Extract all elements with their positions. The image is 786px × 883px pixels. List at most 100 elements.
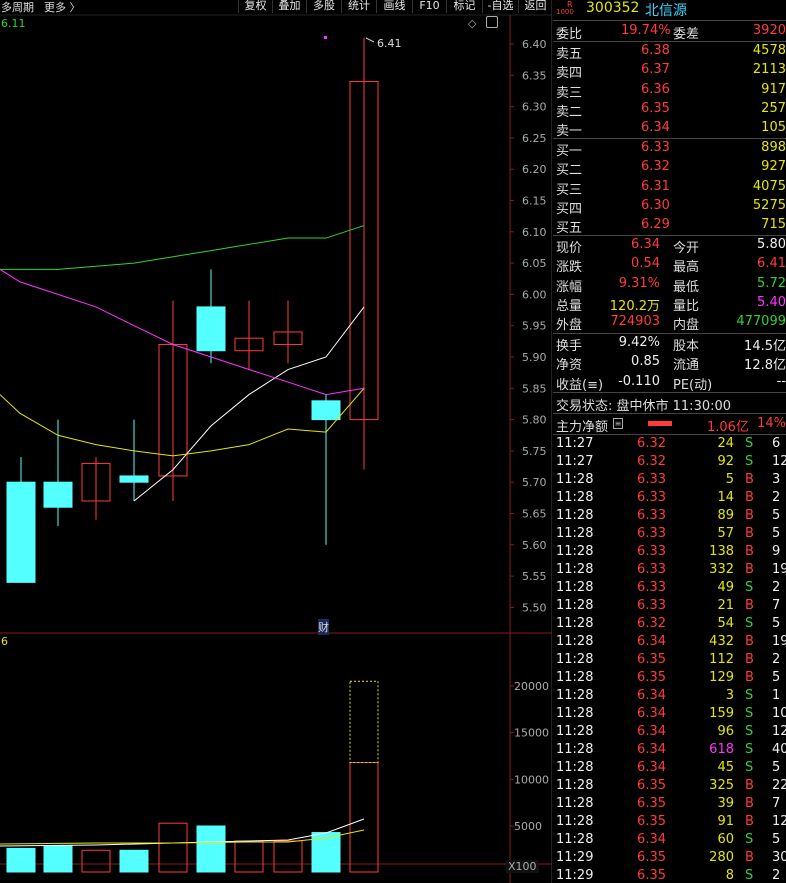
ask-row[interactable]: 卖五 6.38 4578 (553, 42, 786, 62)
level-label: 买五 (556, 221, 583, 237)
price-tick-label: 6.25 (522, 132, 547, 145)
volume-axis: 20000 15000 10000 5000 (510, 680, 549, 833)
tick-price: 6.34 (637, 723, 666, 739)
tick-price: 6.34 (637, 759, 666, 775)
ask-row[interactable]: 卖一 6.34 105 (553, 119, 786, 140)
ask-row[interactable]: 卖三 6.36 917 (553, 81, 786, 101)
level-price: 6.37 (641, 62, 670, 78)
level-label: 卖一 (556, 124, 583, 140)
info-label: 股本 (673, 339, 700, 354)
tick-time: 11:27 (556, 436, 594, 451)
tick-side: S (745, 723, 754, 739)
quote-value: 9.31% (618, 275, 660, 291)
tick-time: 11:29 (556, 849, 594, 865)
level-price: 6.35 (641, 100, 670, 116)
level-volume: 5275 (752, 197, 786, 213)
tick-volume: 112 (709, 651, 734, 667)
bid-row[interactable]: 买三 6.31 4075 (553, 178, 786, 198)
level-volume: 898 (761, 140, 786, 155)
tick-volume: 280 (709, 849, 734, 865)
main-flow-row[interactable]: 主力净额 ≡ 1.06亿 14% (553, 415, 786, 435)
price-tick-label: 5.55 (522, 570, 547, 583)
tick-volume: 432 (709, 633, 734, 649)
tick-count: 2 (772, 489, 781, 505)
quote-value: 5.72 (757, 275, 786, 291)
stock-name: 北信源 (645, 3, 687, 19)
bid-row[interactable]: 买四 6.30 5275 (553, 197, 786, 217)
quote-value: 5.80 (757, 237, 786, 252)
tick-count: 5 (772, 525, 781, 541)
weicha-label: 委差 (673, 27, 700, 42)
volume-bar (349, 761, 379, 873)
tick-volume: 14 (717, 489, 734, 505)
panel-toggle-icon[interactable] (486, 16, 498, 28)
ask-row[interactable]: 卖二 6.35 257 (553, 100, 786, 120)
tick-side: B (745, 813, 754, 829)
candle-body (119, 475, 149, 483)
tick-side: B (745, 777, 754, 793)
quote-value: 6.41 (757, 256, 786, 272)
level-label: 卖四 (556, 66, 583, 82)
info-value: -0.110 (618, 373, 660, 389)
ask-row[interactable]: 卖四 6.37 2113 (553, 61, 786, 82)
tick-price: 6.35 (637, 813, 666, 829)
level-price: 6.31 (641, 178, 670, 194)
quote-row: 涨幅 9.31% 最低 5.72 (553, 275, 786, 295)
ma20-line (0, 268, 365, 396)
level-label: 卖三 (556, 85, 583, 101)
tick-count: 22 (772, 777, 786, 793)
quote-row: 现价 6.34 今开 5.80 (553, 236, 786, 256)
tick-volume: 129 (709, 669, 734, 685)
tick-count: 12 (772, 723, 786, 739)
vol-tick-label: 20000 (514, 680, 549, 693)
tick-volume: 91 (717, 813, 734, 829)
tick-volume: 54 (717, 615, 734, 631)
vol-unit: X100 (506, 860, 539, 873)
kline-chart[interactable]: 6.40 6.35 6.30 6.25 6.20 6.15 6.10 6.05 6.00 5.95… (0, 0, 552, 883)
tick-count: 2 (772, 651, 781, 667)
diamond-icon[interactable]: ◇ (468, 17, 476, 30)
quote-label: 涨跌 (556, 260, 583, 276)
tick-volume: 159 (709, 705, 734, 721)
finance-marker[interactable]: 财 (318, 619, 329, 635)
weibi-row: 委比 19.74% 委差 3920 (553, 22, 786, 42)
volume-bar (119, 849, 149, 873)
tick-row: 11:28 6.35 39 B 7 (553, 796, 786, 814)
level-price: 6.32 (641, 159, 670, 175)
tick-price: 6.34 (637, 831, 666, 847)
tick-count: 7 (772, 795, 781, 811)
tick-count: 40 (772, 741, 786, 757)
tick-time: 11:28 (556, 669, 594, 685)
tick-price: 6.33 (637, 561, 666, 577)
price-tick-label: 5.70 (522, 476, 547, 489)
tick-time: 11:28 (556, 777, 594, 793)
trade-status: 交易状态: 盘中休市 11:30:00 (556, 399, 732, 414)
tick-price: 6.33 (637, 471, 666, 487)
quote-row: 外盘 724903 内盘 477099 (553, 313, 786, 333)
bid-row[interactable]: 买二 6.32 927 (553, 158, 786, 178)
list-icon[interactable]: ≡ (613, 418, 623, 429)
bid-row[interactable]: 买五 6.29 715 (553, 216, 786, 237)
tick-side: S (745, 453, 754, 469)
tick-side: S (745, 436, 754, 451)
tick-count: 10 (772, 705, 786, 721)
info-value: 12.8亿 (744, 358, 786, 374)
tick-volume: 8 (725, 867, 734, 883)
tick-side: B (745, 489, 754, 505)
level-label: 买一 (556, 144, 583, 159)
info-value: 14.5亿 (744, 339, 786, 354)
quote-label: 总量 (556, 298, 583, 314)
tick-volume: 5 (725, 471, 734, 487)
tick-side: S (745, 579, 754, 595)
tick-time: 11:28 (556, 723, 594, 739)
tick-row: 11:28 6.33 14 B 2 (553, 490, 786, 508)
tick-row: 11:28 6.34 96 S 12 (553, 724, 786, 742)
ma60-line (0, 225, 365, 270)
tick-price: 6.35 (637, 867, 666, 883)
candles-layer (6, 37, 379, 583)
bid-row[interactable]: 买一 6.33 898 (553, 139, 786, 159)
tick-time: 11:28 (556, 525, 594, 541)
tick-row: 11:29 6.35 8 S 2 (553, 868, 786, 883)
tick-count: 19 (772, 633, 786, 649)
main-flow-bar (648, 421, 672, 426)
